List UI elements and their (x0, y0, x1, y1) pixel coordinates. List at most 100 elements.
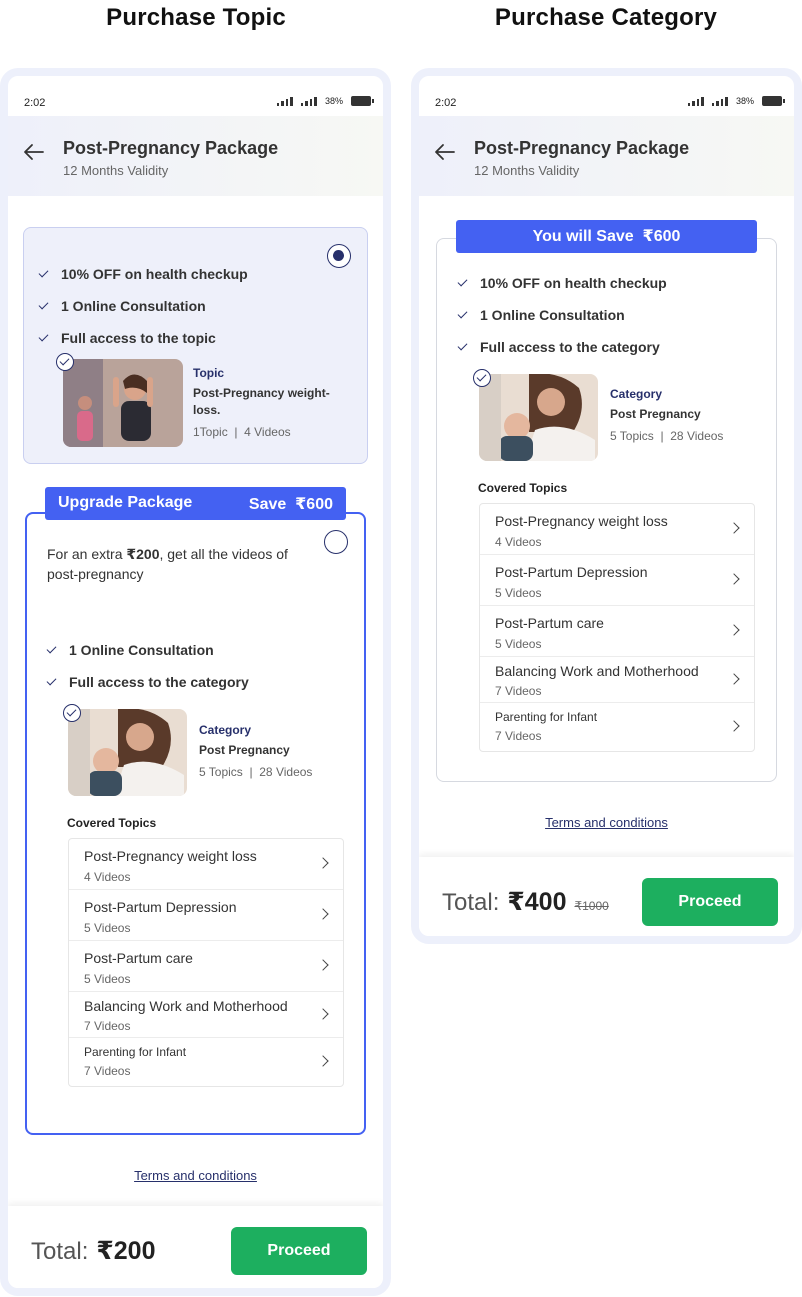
topic-row[interactable]: Parenting for Infant 7 Videos (480, 703, 754, 751)
topic-count: 7 Videos (84, 1019, 131, 1033)
item-name: Post Pregnancy (199, 743, 290, 757)
topic-row[interactable]: Balancing Work and Motherhood 7 Videos (69, 992, 343, 1038)
topic-row[interactable]: Post-Pregnancy weight loss 4 Videos (69, 839, 343, 890)
app-header: Post-Pregnancy Package 12 Months Validit… (8, 116, 383, 196)
chevron-right-icon (728, 573, 740, 585)
covered-topics-title: Covered Topics (67, 816, 157, 830)
offer-prefix: For an extra (47, 546, 127, 562)
feature-label: Full access to the category (480, 339, 660, 355)
item-stats: 1Topic | 4 Videos (193, 425, 291, 439)
check-icon (39, 332, 51, 344)
phone-purchase-category: 2:02 38% Post-Pregnancy Package 12 Month… (411, 68, 802, 944)
topic-count: 4 Videos (495, 535, 542, 549)
feature-item: Full access to the category (458, 339, 660, 355)
topic-row[interactable]: Post-Partum Depression 5 Videos (69, 890, 343, 941)
feature-item: 10% OFF on health checkup (39, 266, 248, 282)
check-icon (39, 268, 51, 280)
covered-topics-list: Post-Pregnancy weight loss 4 Videos Post-… (68, 838, 344, 1087)
chevron-right-icon (317, 1055, 329, 1067)
topic-name: Balancing Work and Motherhood (84, 998, 288, 1014)
total-amount: ₹400 (507, 888, 567, 916)
item-stats: 5 Topics | 28 Videos (199, 765, 313, 779)
topic-row[interactable]: Post-Partum care 5 Videos (480, 606, 754, 657)
check-icon (458, 277, 470, 289)
feature-label: 10% OFF on health checkup (480, 275, 667, 291)
topic-row[interactable]: Post-Partum care 5 Videos (69, 941, 343, 992)
page-subtitle: 12 Months Validity (63, 163, 169, 178)
page-title: Post-Pregnancy Package (63, 138, 279, 158)
feature-label: Full access to the topic (61, 330, 216, 346)
topic-thumbnail (63, 359, 183, 447)
topic-option-card[interactable]: 10% OFF on health checkup 1 Online Consu… (23, 227, 368, 464)
category-thumbnail (68, 709, 187, 796)
chevron-right-icon (728, 673, 740, 685)
feature-label: Full access to the category (69, 674, 249, 690)
chevron-right-icon (728, 624, 740, 636)
feature-item: 10% OFF on health checkup (458, 275, 667, 291)
topic-option-radio[interactable] (327, 244, 351, 268)
chevron-right-icon (317, 857, 329, 869)
chevron-right-icon (317, 908, 329, 920)
item-kind: Category (199, 723, 252, 737)
battery-percent: 38% (735, 96, 754, 106)
feature-label: 1 Online Consultation (480, 307, 625, 323)
topic-row[interactable]: Parenting for Infant 7 Videos (69, 1038, 343, 1086)
phone-purchase-topic: 2:02 38% Post-Pregnancy Package 12 Month… (0, 68, 391, 1296)
back-arrow-icon[interactable] (22, 140, 46, 164)
wifi-signal-icon (300, 96, 317, 106)
back-arrow-icon[interactable] (433, 140, 457, 164)
terms-link[interactable]: Terms and conditions (8, 1168, 383, 1183)
topic-name: Parenting for Infant (84, 1045, 187, 1059)
offer-suffix: , get all the videos of (159, 546, 288, 562)
check-icon (47, 644, 59, 656)
original-price: ₹1000 (574, 899, 609, 913)
page-title: Post-Pregnancy Package (474, 138, 690, 158)
topic-name: Post-Partum Depression (495, 564, 648, 580)
app-header: Post-Pregnancy Package 12 Months Validit… (419, 116, 794, 196)
topic-row[interactable]: Balancing Work and Motherhood 7 Videos (480, 657, 754, 703)
total-label: Total: (31, 1238, 89, 1265)
topic-name: Post-Pregnancy weight loss (84, 848, 257, 864)
topic-name: Post-Partum care (495, 615, 604, 631)
upgrade-option-radio[interactable] (324, 530, 348, 554)
total-price: Total: ₹200 (31, 1236, 155, 1266)
covered-topics-list: Post-Pregnancy weight loss 4 Videos Post-… (479, 503, 755, 752)
upgrade-offer-text: For an extra ₹200, get all the videos of… (47, 544, 317, 584)
item-stats: 5 Topics | 28 Videos (610, 429, 724, 443)
check-icon (39, 300, 51, 312)
page-subtitle: 12 Months Validity (474, 163, 580, 178)
total-amount: ₹200 (96, 1237, 156, 1265)
signal-icon (687, 96, 704, 106)
total-price: Total: ₹400 ₹1000 (442, 887, 609, 917)
feature-item: Full access to the category (47, 674, 249, 690)
status-time: 2:02 (24, 97, 46, 109)
check-icon (458, 341, 470, 353)
feature-item: Full access to the topic (39, 330, 216, 346)
topic-name: Balancing Work and Motherhood (495, 663, 699, 679)
covered-topics-title: Covered Topics (478, 481, 568, 495)
offer-amount: ₹200 (126, 546, 160, 562)
item-kind: Category (610, 387, 663, 401)
topic-row[interactable]: Post-Pregnancy weight loss 4 Videos (480, 504, 754, 555)
upgrade-banner: Upgrade Package Save ₹600 (45, 487, 346, 520)
chevron-right-icon (317, 1008, 329, 1020)
battery-percent: 38% (324, 96, 343, 106)
battery-icon (351, 96, 374, 106)
topic-count: 4 Videos (84, 870, 131, 884)
check-icon (47, 676, 59, 688)
status-time: 2:02 (435, 97, 457, 109)
topic-count: 7 Videos (495, 684, 542, 698)
topic-row[interactable]: Post-Partum Depression 5 Videos (480, 555, 754, 606)
heading-purchase-category: Purchase Category (494, 4, 718, 31)
item-name: Post-Pregnancy weight-loss. (193, 386, 330, 417)
terms-link[interactable]: Terms and conditions (419, 815, 794, 830)
topic-count: 7 Videos (84, 1064, 131, 1078)
check-icon (458, 309, 470, 321)
proceed-button[interactable]: Proceed (642, 878, 778, 926)
checkout-footer: Total: ₹200 Proceed (8, 1206, 383, 1288)
topic-count: 5 Videos (495, 586, 542, 600)
battery-icon (762, 96, 785, 106)
proceed-button[interactable]: Proceed (231, 1227, 367, 1275)
offer-line2: post-pregnancy (47, 566, 144, 582)
checkout-footer: Total: ₹400 ₹1000 Proceed (419, 857, 794, 936)
